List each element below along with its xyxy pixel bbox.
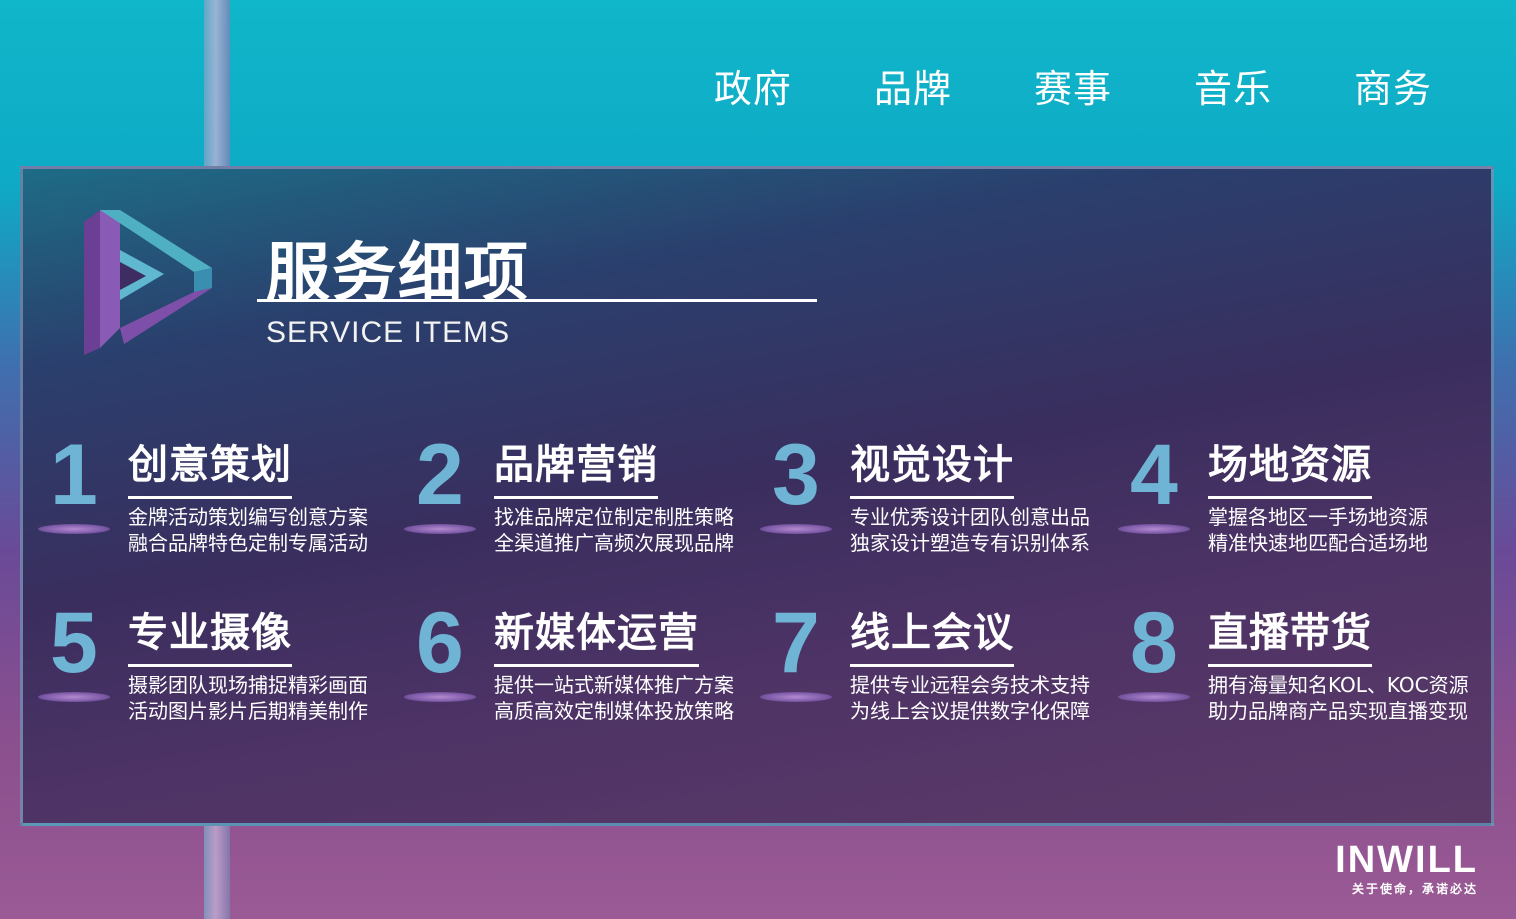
impossible-triangle-icon <box>84 210 212 355</box>
service-description: 摄影团队现场捕捉精彩画面 活动图片影片后期精美制作 <box>128 673 368 723</box>
service-title: 场地资源 <box>1208 432 1372 499</box>
top-nav: 政府 品牌 赛事 音乐 商务 <box>714 58 1432 113</box>
service-description: 金牌活动策划编写创意方案 融合品牌特色定制专属活动 <box>128 505 368 555</box>
service-title: 视觉设计 <box>850 432 1014 499</box>
service-description: 提供一站式新媒体推广方案 高质高效定制媒体投放策略 <box>494 673 734 723</box>
service-item-8: 8 直播带货 拥有海量知名KOL、KOC资源 助力品牌商产品实现直播变现 <box>1118 595 1478 740</box>
nav-item-events[interactable]: 赛事 <box>1034 58 1112 113</box>
number-shadow <box>760 524 832 534</box>
service-number: 3 <box>772 427 820 523</box>
service-number: 6 <box>416 595 464 691</box>
service-item-6: 6 新媒体运营 提供一站式新媒体推广方案 高质高效定制媒体投放策略 <box>404 595 764 740</box>
number-shadow <box>404 524 476 534</box>
service-title: 专业摄像 <box>128 600 292 667</box>
service-number: 4 <box>1130 427 1178 523</box>
service-number: 2 <box>416 427 464 523</box>
service-description: 拥有海量知名KOL、KOC资源 助力品牌商产品实现直播变现 <box>1208 673 1469 723</box>
service-item-5: 5 专业摄像 摄影团队现场捕捉精彩画面 活动图片影片后期精美制作 <box>38 595 398 740</box>
nav-item-music[interactable]: 音乐 <box>1194 58 1272 113</box>
service-title: 直播带货 <box>1208 600 1372 667</box>
service-item-2: 2 品牌营销 找准品牌定位制定制胜策略 全渠道推广高频次展现品牌 <box>404 427 764 572</box>
nav-item-brand[interactable]: 品牌 <box>874 58 952 113</box>
service-number: 5 <box>50 595 98 691</box>
service-title: 品牌营销 <box>494 432 658 499</box>
service-number: 8 <box>1130 595 1178 691</box>
nav-item-government[interactable]: 政府 <box>714 58 792 113</box>
service-description: 专业优秀设计团队创意出品 独家设计塑造专有识别体系 <box>850 505 1090 555</box>
title-divider <box>257 299 817 302</box>
number-shadow <box>760 692 832 702</box>
section-subtitle: SERVICE ITEMS <box>266 316 511 349</box>
brand-name: INWILL <box>1335 839 1478 881</box>
service-title: 创意策划 <box>128 432 292 499</box>
service-item-1: 1 创意策划 金牌活动策划编写创意方案 融合品牌特色定制专属活动 <box>38 427 398 572</box>
service-description: 掌握各地区一手场地资源 精准快速地匹配合适场地 <box>1208 505 1428 555</box>
number-shadow <box>38 524 110 534</box>
service-description: 找准品牌定位制定制胜策略 全渠道推广高频次展现品牌 <box>494 505 734 555</box>
number-shadow <box>1118 524 1190 534</box>
number-shadow <box>404 692 476 702</box>
service-title: 新媒体运营 <box>494 600 699 667</box>
service-number: 1 <box>50 427 98 523</box>
service-description: 提供专业远程会务技术支持 为线上会议提供数字化保障 <box>850 673 1090 723</box>
nav-item-business[interactable]: 商务 <box>1354 58 1432 113</box>
number-shadow <box>38 692 110 702</box>
brand-tagline: 关于使命，承诺必达 <box>1351 882 1478 896</box>
service-item-3: 3 视觉设计 专业优秀设计团队创意出品 独家设计塑造专有识别体系 <box>760 427 1120 572</box>
service-item-4: 4 场地资源 掌握各地区一手场地资源 精准快速地匹配合适场地 <box>1118 427 1478 572</box>
service-item-7: 7 线上会议 提供专业远程会务技术支持 为线上会议提供数字化保障 <box>760 595 1120 740</box>
number-shadow <box>1118 692 1190 702</box>
service-number: 7 <box>772 595 820 691</box>
brand-logo: INWILL 关于使命，承诺必达 <box>1335 840 1478 897</box>
service-title: 线上会议 <box>850 600 1014 667</box>
